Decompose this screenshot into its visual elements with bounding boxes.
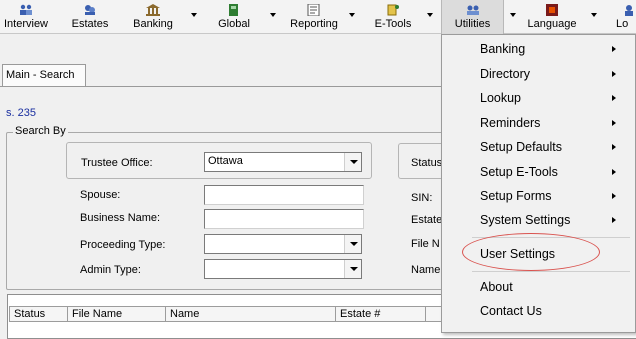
spouse-label: Spouse: [80, 189, 121, 201]
e-tools-dropdown-arrow[interactable] [427, 13, 433, 17]
menu-item-label: Banking [480, 42, 526, 56]
toolbar-lo[interactable]: Lo [616, 0, 636, 34]
chevron-down-icon[interactable] [344, 235, 361, 253]
reporting-dropdown-arrow[interactable] [349, 13, 355, 17]
spouse-input[interactable] [204, 185, 364, 205]
toolbar-e-tools-label: E-Tools [374, 18, 412, 30]
submenu-arrow-icon [612, 169, 616, 175]
column-header-estate-number[interactable]: Estate # [335, 306, 425, 322]
toolbar-banking-label: Banking [133, 18, 173, 30]
submenu-arrow-icon [612, 71, 616, 77]
banking-icon [146, 4, 160, 16]
name-label: Name [411, 264, 441, 276]
toolbar-global-label: Global [218, 18, 250, 30]
toolbar-language[interactable]: Language [522, 0, 582, 34]
toolbar-estates-label: Estates [71, 18, 109, 30]
menu-item-banking[interactable]: Banking [442, 38, 630, 60]
log-icon [625, 5, 633, 16]
admin-type-label: Admin Type: [80, 264, 141, 276]
submenu-arrow-icon [612, 95, 616, 101]
e-tools-icon [387, 4, 399, 16]
menu-item-directory[interactable]: Directory [442, 63, 630, 85]
estates-icon [85, 5, 95, 15]
menu-item-lookup[interactable]: Lookup [442, 87, 630, 109]
menu-item-setup-defaults[interactable]: Setup Defaults [442, 136, 630, 158]
proceeding-type-select[interactable] [204, 234, 362, 254]
menu-item-label: Lookup [480, 91, 522, 105]
menu-item-about[interactable]: About [442, 276, 630, 298]
menu-separator [472, 271, 630, 272]
toolbar-reporting[interactable]: Reporting [286, 0, 342, 34]
business-name-label: Business Name: [80, 212, 161, 224]
admin-type-select[interactable] [204, 259, 362, 279]
menu-item-setup-forms[interactable]: Setup Forms [442, 185, 630, 207]
toolbar-utilities[interactable]: Utilities [441, 0, 504, 34]
menu-item-label: Directory [480, 67, 531, 81]
language-icon [546, 4, 558, 16]
menu-item-label: About [480, 280, 513, 294]
toolbar-estates[interactable]: Estates [67, 0, 113, 34]
menu-item-label: Setup Defaults [480, 140, 562, 154]
submenu-arrow-icon [612, 217, 616, 223]
sin-label: SIN: [411, 192, 433, 204]
toolbar-lo-label: Lo [616, 18, 629, 30]
menu-item-system-settings[interactable]: System Settings [442, 209, 630, 231]
business-name-input[interactable] [204, 209, 364, 229]
toolbar-e-tools[interactable]: E-Tools [370, 0, 416, 34]
interview-icon [20, 4, 32, 15]
toolbar-language-label: Language [527, 18, 577, 30]
tab-main-search[interactable]: Main - Search [2, 64, 86, 86]
toolbar-global[interactable]: Global [213, 0, 255, 34]
submenu-arrow-icon [612, 120, 616, 126]
menu-item-label: System Settings [480, 213, 571, 227]
toolbar-interview[interactable]: Interview [0, 0, 56, 34]
submenu-arrow-icon [612, 193, 616, 199]
utilities-dropdown-arrow[interactable] [510, 13, 516, 17]
trustee-office-label: Trustee Office: [81, 157, 153, 169]
utilities-menu: Banking Directory Lookup Reminders Setup… [441, 34, 636, 333]
menu-item-label: Reminders [480, 116, 541, 130]
chevron-down-icon[interactable] [344, 153, 361, 171]
banking-dropdown-arrow[interactable] [191, 13, 197, 17]
trustee-office-value: Ottawa [208, 155, 243, 167]
toolbar-banking[interactable]: Banking [128, 0, 178, 34]
column-header-status[interactable]: Status [9, 306, 67, 322]
status-label: Status [411, 157, 443, 169]
menu-item-setup-e-tools[interactable]: Setup E-Tools [442, 161, 630, 183]
column-header-name[interactable]: Name [165, 306, 335, 322]
menu-item-label: Contact Us [480, 304, 542, 318]
user-settings-highlight-ellipse [462, 233, 600, 271]
toolbar-interview-label: Interview [3, 18, 49, 30]
chevron-down-icon[interactable] [344, 260, 361, 278]
trustee-office-select[interactable]: Ottawa [204, 152, 362, 172]
results-grid-header: Status File Name Name Estate # [9, 306, 445, 322]
column-header-file-name[interactable]: File Name [67, 306, 165, 322]
global-icon [229, 4, 238, 16]
file-number-label: File N [411, 238, 440, 250]
utilities-icon [466, 5, 479, 15]
toolbar-utilities-label: Utilities [454, 18, 491, 30]
submenu-arrow-icon [612, 46, 616, 52]
proceeding-type-label: Proceeding Type: [80, 239, 166, 251]
menu-item-contact-us[interactable]: Contact Us [442, 300, 630, 322]
reporting-icon [307, 4, 320, 16]
submenu-arrow-icon [612, 144, 616, 150]
toolbar-reporting-label: Reporting [290, 18, 338, 30]
main-toolbar: Interview Estates Banking Global Reporti… [0, 0, 636, 34]
menu-item-label: Setup Forms [480, 189, 552, 203]
menu-item-label: Setup E-Tools [480, 165, 558, 179]
estate-label: Estate [411, 214, 443, 226]
language-dropdown-arrow[interactable] [591, 13, 597, 17]
search-by-title: Search By [13, 125, 68, 137]
section-code: s. 235 [6, 107, 36, 119]
global-dropdown-arrow[interactable] [270, 13, 276, 17]
menu-item-reminders[interactable]: Reminders [442, 112, 630, 134]
